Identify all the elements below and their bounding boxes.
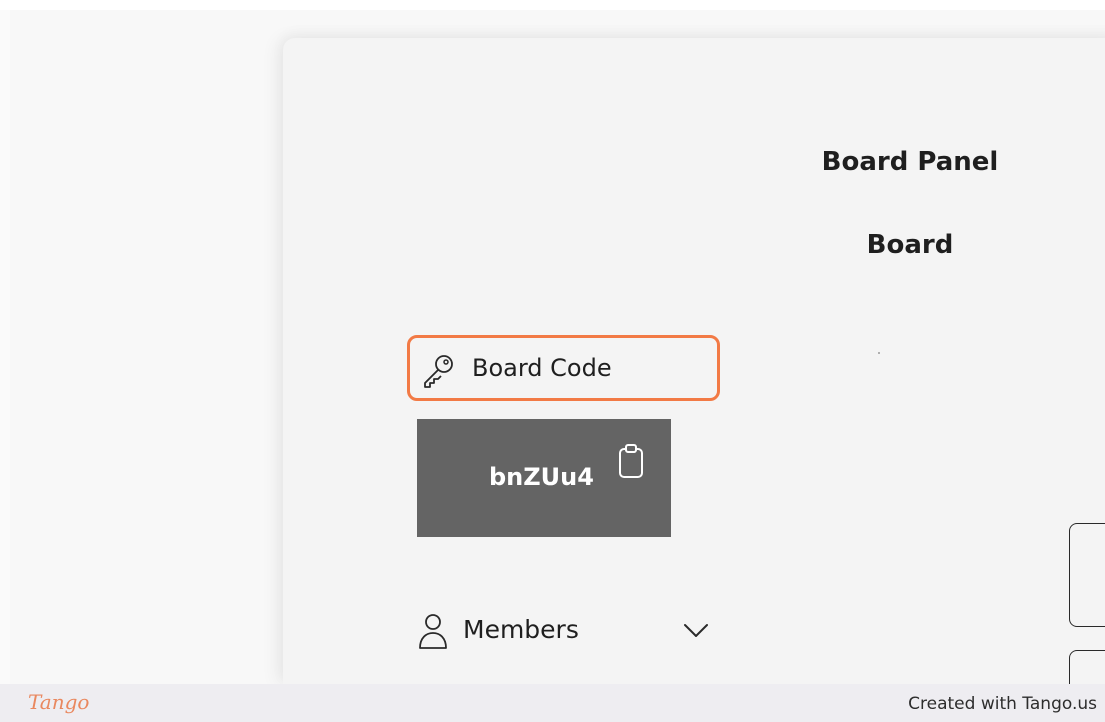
board-title: Board: [866, 230, 954, 260]
chevron-down-icon[interactable]: [682, 620, 710, 640]
members-label: Members: [463, 615, 579, 644]
footer-credit[interactable]: Created with Tango.us: [908, 694, 1097, 714]
loading-dot: [878, 352, 880, 354]
footer-bar: Tango Created with Tango.us: [0, 684, 1105, 722]
board-code-box: bnZUu4: [417, 419, 671, 537]
key-icon: [424, 355, 453, 388]
right-card[interactable]: [1069, 523, 1105, 627]
tango-logo[interactable]: Tango: [28, 690, 89, 714]
board-code-value: bnZUu4: [489, 463, 594, 491]
top-strip: [0, 0, 1105, 10]
board-code-item[interactable]: Board Code: [407, 335, 720, 401]
members-dropdown[interactable]: Members: [417, 610, 717, 654]
panel-title: Board Panel: [821, 147, 999, 177]
screenshot-stage: Board Panel Board Board Code bnZUu4 Memb…: [0, 0, 1105, 722]
person-icon: [419, 614, 447, 649]
board-code-label: Board Code: [472, 354, 612, 382]
clipboard-icon[interactable]: [617, 443, 645, 479]
